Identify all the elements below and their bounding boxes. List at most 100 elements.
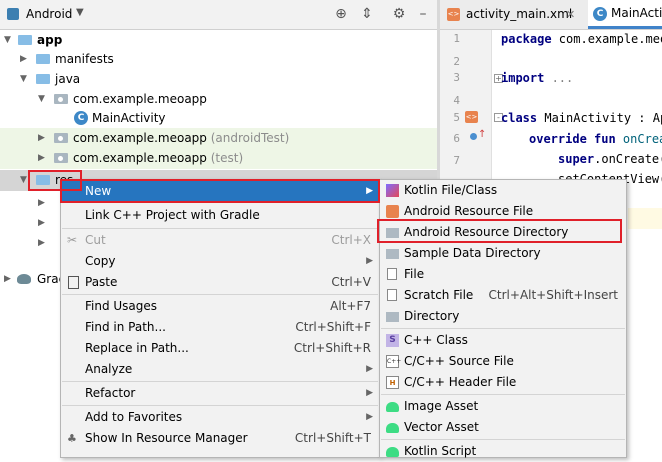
submenu-item-kotlin-script[interactable]: Kotlin Script: [380, 441, 626, 462]
resource-file-icon: [386, 205, 399, 218]
gradle-icon: [17, 274, 31, 284]
tree-item-package-android-test[interactable]: ▶ com.example.meoapp (androidTest): [0, 128, 438, 149]
line-number: 1: [453, 32, 460, 45]
menu-item-analyze[interactable]: Analyze ▶: [61, 359, 379, 380]
submenu-item-scratch-file[interactable]: Scratch File Ctrl+Alt+Shift+Insert: [380, 285, 626, 306]
collapse-arrow-icon[interactable]: ▶: [38, 128, 45, 149]
submenu-item-cpp-header-file[interactable]: H C/C++ Header File: [380, 372, 626, 393]
folder-icon: [36, 54, 50, 64]
menu-item-link-cpp[interactable]: Link C++ Project with Gradle: [61, 205, 379, 226]
line-number: 5: [453, 111, 460, 124]
xml-layout-gutter-icon[interactable]: <>: [465, 111, 478, 123]
scratch-file-icon: [387, 289, 397, 301]
collapse-arrow-icon[interactable]: ▶: [38, 233, 45, 254]
package-icon: [54, 133, 68, 143]
collapse-arrow-icon[interactable]: ▶: [38, 213, 45, 234]
menu-item-copy[interactable]: Copy ▶: [61, 251, 379, 272]
tree-label: MainActivity: [92, 111, 166, 125]
menu-item-cut[interactable]: ✂ Cut Ctrl+X: [61, 230, 379, 251]
xml-file-icon: <>: [447, 8, 460, 21]
submenu-item-cpp-source-file[interactable]: C++ C/C++ Source File: [380, 351, 626, 372]
tree-label: com.example.meoapp (test): [73, 151, 244, 165]
tab-label: activity_main.xml: [466, 7, 573, 21]
gear-icon[interactable]: ⚙: [390, 5, 408, 23]
collapse-icon[interactable]: ⇕: [358, 5, 376, 23]
submenu-item-directory[interactable]: Directory: [380, 306, 626, 327]
kotlin-class-icon: C: [593, 7, 607, 21]
menu-item-find-in-path[interactable]: Find in Path... Ctrl+Shift+F: [61, 317, 379, 338]
tree-label: com.example.meoapp (androidTest): [73, 131, 290, 145]
collapse-arrow-icon[interactable]: ▶: [4, 269, 11, 290]
close-icon[interactable]: ✕: [566, 0, 575, 29]
tree-item-java[interactable]: ▼ java: [0, 69, 438, 90]
expand-arrow-icon[interactable]: ▼: [20, 170, 27, 191]
project-toolbar: Android ▼ ⊕ ⇕ ⚙ –: [0, 0, 438, 30]
menu-item-replace-in-path[interactable]: Replace in Path... Ctrl+Shift+R: [61, 338, 379, 359]
tab-main-activity[interactable]: C MainActivit: [588, 0, 662, 29]
menu-item-find-usages[interactable]: Find Usages Alt+F7: [61, 296, 379, 317]
menu-item-add-to-favorites[interactable]: Add to Favorites ▶: [61, 407, 379, 428]
current-line-highlight: [628, 208, 662, 229]
android-view-icon: [7, 8, 19, 20]
tree-label: app: [37, 33, 63, 47]
menu-item-show-in-resource-manager[interactable]: ♣ Show In Resource Manager Ctrl+Shift+T: [61, 428, 379, 449]
expand-arrow-icon[interactable]: ▼: [20, 69, 27, 90]
menu-item-paste[interactable]: Paste Ctrl+V: [61, 272, 379, 293]
clipboard-icon: [68, 276, 79, 289]
kotlin-icon: [386, 184, 399, 197]
cpp-source-icon: C++: [386, 355, 401, 368]
collapse-arrow-icon[interactable]: ▶: [20, 49, 27, 70]
line-number: 3: [453, 71, 460, 84]
submenu-item-sample-data-directory[interactable]: Sample Data Directory: [380, 243, 626, 264]
project-view-label[interactable]: Android: [26, 7, 72, 21]
line-number: 4: [453, 94, 460, 107]
line-number: 2: [453, 55, 460, 68]
tab-label: MainActivit: [611, 6, 662, 20]
resource-manager-icon: ♣: [67, 432, 77, 445]
tree-label: manifests: [55, 52, 114, 66]
submenu-item-cpp-class[interactable]: S C++ Class: [380, 330, 626, 351]
tree-item-gradle-scripts[interactable]: ▶ Grac: [0, 269, 65, 290]
package-icon: [54, 94, 68, 104]
tab-activity-main-xml[interactable]: <> activity_main.xml ✕: [440, 0, 586, 29]
cpp-class-icon: S: [386, 334, 399, 347]
line-number: 7: [453, 154, 460, 167]
editor-tab-bar: <> activity_main.xml ✕ C MainActivit: [440, 0, 662, 30]
tree-label: com.example.meoapp: [73, 92, 207, 106]
package-icon: [54, 153, 68, 163]
scissors-icon: ✂: [67, 233, 78, 247]
collapse-arrow-icon[interactable]: ▶: [38, 148, 45, 169]
submenu-item-image-asset[interactable]: Image Asset: [380, 396, 626, 417]
tree-item-main-activity[interactable]: C MainActivity: [0, 108, 438, 129]
tree-item-manifests[interactable]: ▶ manifests: [0, 49, 438, 70]
tree-item-package-test[interactable]: ▶ com.example.meoapp (test): [0, 148, 438, 169]
expand-arrow-icon[interactable]: ▼: [4, 30, 11, 51]
target-icon[interactable]: ⊕: [332, 5, 350, 23]
menu-item-refactor[interactable]: Refactor ▶: [61, 383, 379, 404]
annotation-box-new: [60, 179, 380, 203]
submenu-item-kotlin-file[interactable]: Kotlin File/Class: [380, 180, 626, 201]
arrow-up-icon[interactable]: ↑: [478, 129, 486, 140]
collapse-arrow-icon[interactable]: ▶: [38, 193, 45, 214]
submenu-item-file[interactable]: File: [380, 264, 626, 285]
line-number: 6: [453, 132, 460, 145]
file-icon: [387, 268, 397, 280]
cpp-header-icon: H: [386, 376, 399, 389]
kotlin-class-icon: C: [74, 111, 88, 125]
android-icon: [386, 423, 399, 433]
minimize-icon[interactable]: –: [414, 5, 432, 23]
tree-item-package-main[interactable]: ▼ com.example.meoapp: [0, 89, 438, 110]
annotation-box-resource-directory: [377, 219, 622, 243]
module-folder-icon: [18, 35, 32, 45]
folder-icon: [386, 249, 399, 259]
tree-item-app[interactable]: ▼ app: [0, 30, 438, 51]
folder-icon: [36, 74, 50, 84]
context-menu: New ▶ Link C++ Project with Gradle ✂ Cut C…: [60, 179, 380, 458]
android-icon: [386, 402, 399, 412]
override-gutter-icon[interactable]: [470, 133, 477, 140]
tree-label: java: [55, 72, 81, 86]
expand-arrow-icon[interactable]: ▼: [38, 89, 45, 110]
submenu-item-vector-asset[interactable]: Vector Asset: [380, 417, 626, 438]
chevron-down-icon[interactable]: ▼: [76, 7, 84, 18]
folder-icon: [386, 312, 399, 322]
